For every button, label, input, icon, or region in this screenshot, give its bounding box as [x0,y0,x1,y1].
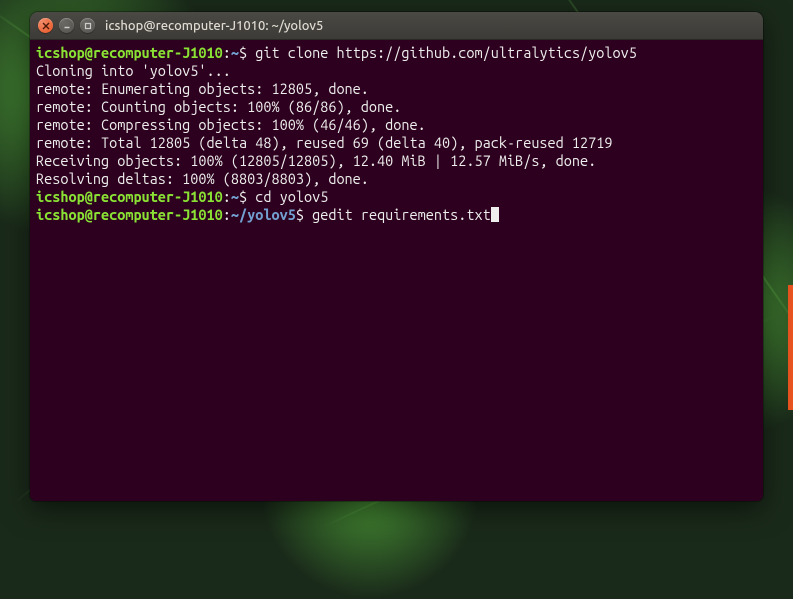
prompt-symbol: $ [239,188,247,205]
maximize-button[interactable] [80,18,95,33]
prompt-path: ~/yolov5 [231,206,296,223]
output-line: Resolving deltas: 100% (8803/8803), done… [36,170,369,187]
prompt-user-host: icshop@recomputer-J1010 [36,188,223,205]
output-line: remote: Compressing objects: 100% (46/46… [36,116,426,133]
prompt-symbol: $ [296,206,304,223]
output-line: remote: Enumerating objects: 12805, done… [36,80,369,97]
prompt-colon: : [223,44,231,61]
output-line: Cloning into 'yolov5'... [36,62,231,79]
terminal-content[interactable]: icshop@recomputer-J1010:~$ git clone htt… [30,40,763,501]
output-line: remote: Total 12805 (delta 48), reused 6… [36,134,613,151]
command-gedit: gedit requirements.txt [304,206,491,223]
close-button[interactable] [38,18,53,33]
prompt-colon: : [223,206,231,223]
output-line: remote: Counting objects: 100% (86/86), … [36,98,401,115]
prompt-symbol: $ [239,44,247,61]
minimize-button[interactable] [59,18,74,33]
prompt-path: ~ [231,44,239,61]
command-cd: cd yolov5 [247,188,328,205]
window-title: icshop@recomputer-J1010: ~/yolov5 [105,19,323,33]
unity-launcher-edge [788,285,793,410]
prompt-colon: : [223,188,231,205]
window-titlebar[interactable]: icshop@recomputer-J1010: ~/yolov5 [30,12,763,40]
text-cursor [491,207,499,222]
output-line: Receiving objects: 100% (12805/12805), 1… [36,152,596,169]
prompt-user-host: icshop@recomputer-J1010 [36,206,223,223]
prompt-user-host: icshop@recomputer-J1010 [36,44,223,61]
window-controls [38,18,95,33]
command-git-clone: git clone https://github.com/ultralytics… [247,44,637,61]
prompt-path: ~ [231,188,239,205]
terminal-window: icshop@recomputer-J1010: ~/yolov5 icshop… [30,12,763,501]
